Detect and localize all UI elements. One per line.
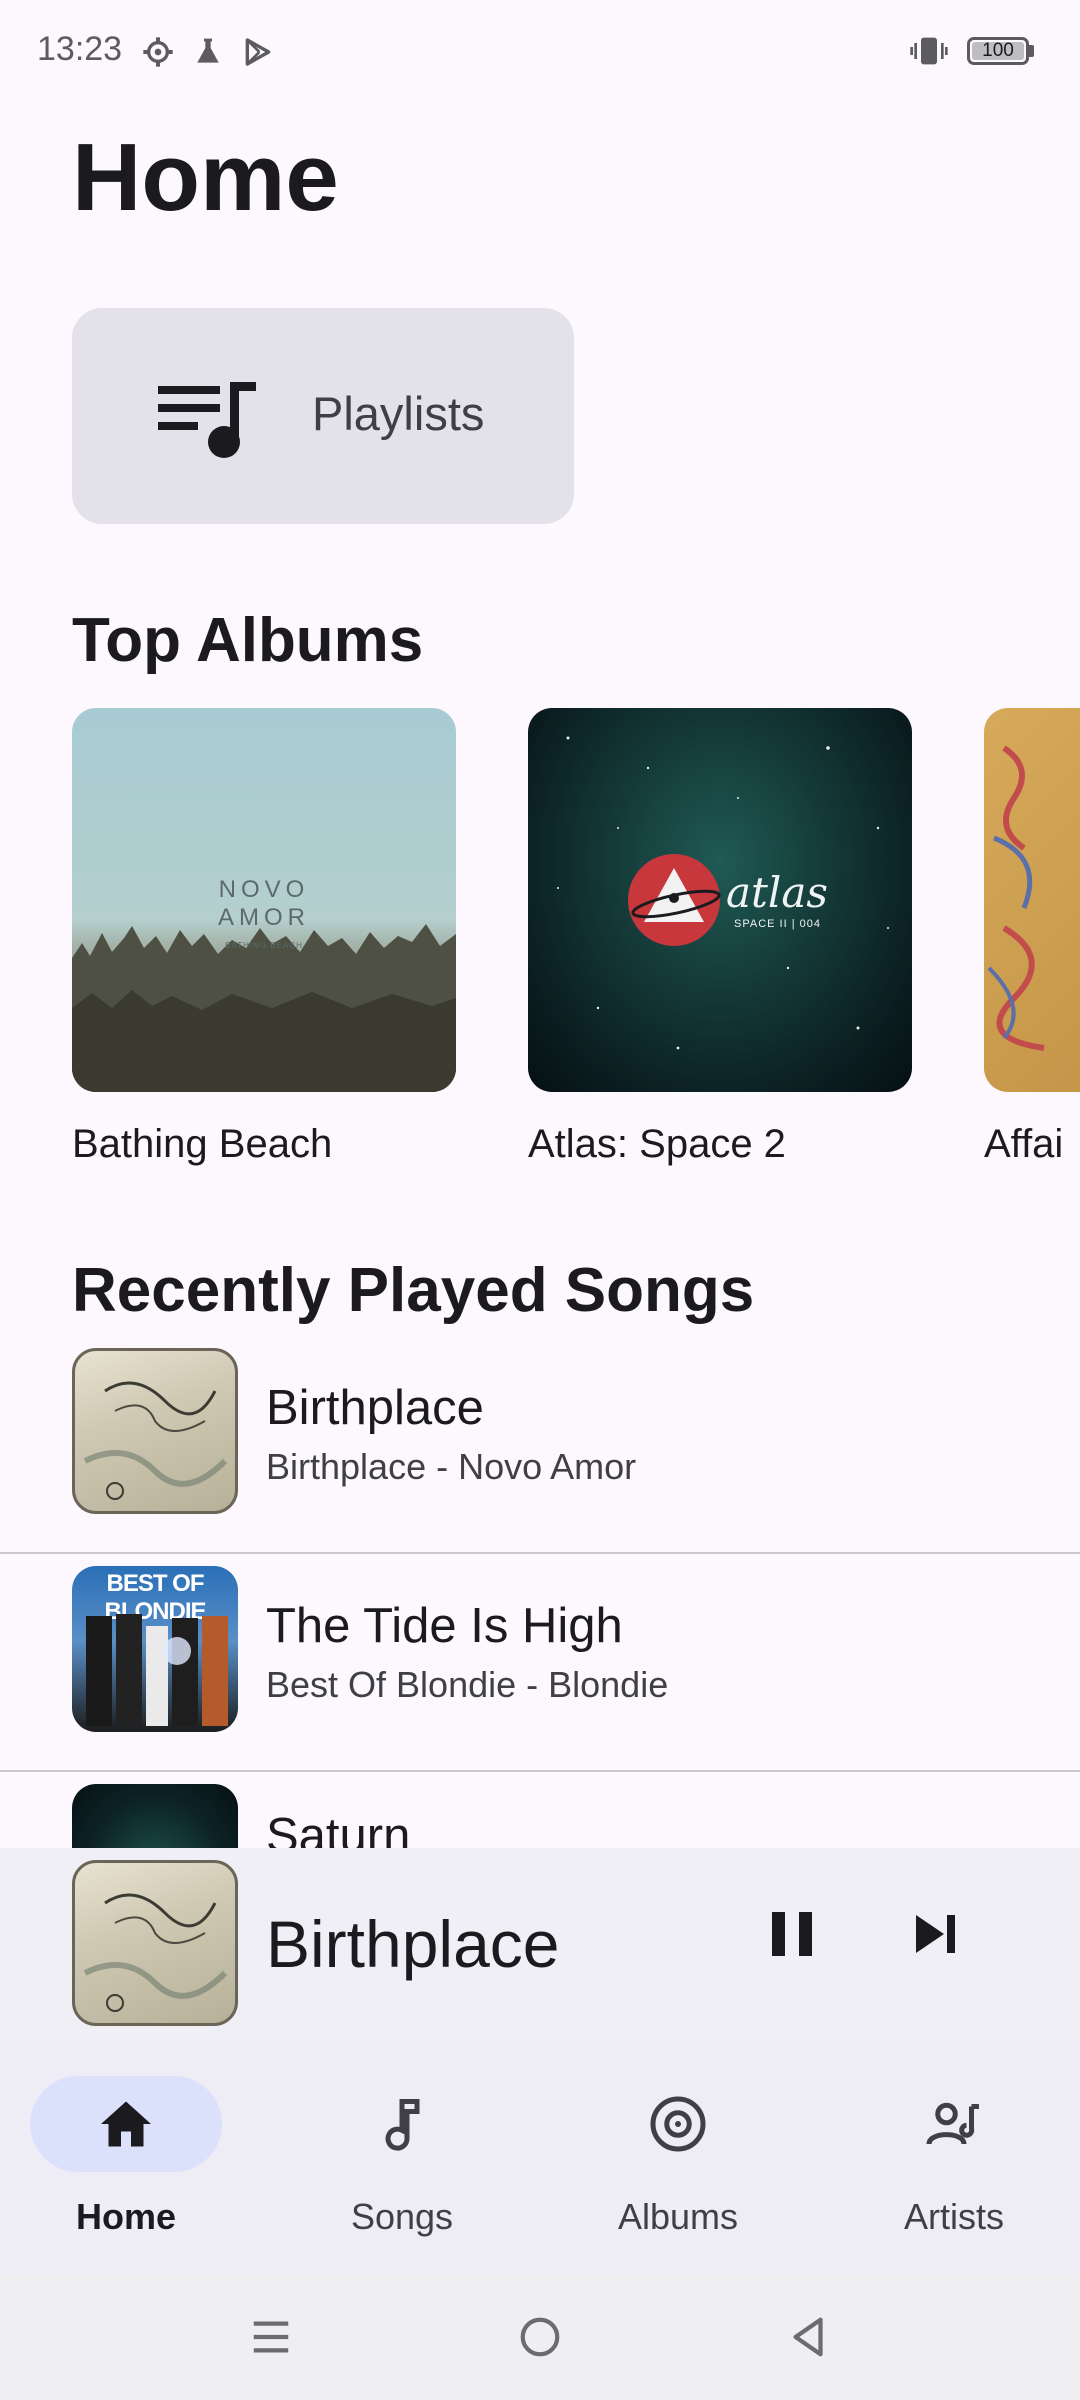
skip-next-button[interactable] (896, 1894, 976, 1974)
flask-icon (197, 38, 219, 63)
song-title: Saturn (266, 1809, 411, 1848)
play-store-icon (245, 38, 271, 66)
top-albums-carousel[interactable]: NOVO AMOR BATHING BEACH Bathing Beach at… (72, 708, 1080, 1178)
song-thumbnail (72, 1784, 238, 1848)
album-art: atlas SPACE II | 004 (528, 708, 912, 1092)
battery-icon: 100 (967, 37, 1034, 65)
nav-label: Songs (350, 2196, 454, 2237)
song-subtitle: Birthplace - Novo Amor (266, 1446, 637, 1487)
album-icon (650, 2096, 706, 2152)
album-label: Affai (984, 1122, 1064, 1166)
nav-label: Albums (617, 2196, 739, 2237)
playlists-button[interactable]: Playlists (72, 308, 574, 524)
pause-icon (772, 1912, 812, 1956)
now-playing-bar[interactable]: Birthplace (0, 1848, 1080, 2040)
album-card[interactable]: Affai (984, 708, 1080, 1166)
album-label: Atlas: Space 2 (528, 1122, 786, 1166)
album-card[interactable]: NOVO AMOR BATHING BEACH Bathing Beach (72, 708, 456, 1166)
album-label: Bathing Beach (72, 1122, 333, 1166)
music-note-icon (385, 2099, 420, 2151)
song-thumbnail: BEST OF BLONDIE (72, 1566, 238, 1732)
album-art: NOVO AMOR BATHING BEACH (72, 708, 456, 1092)
song-title: The Tide Is High (266, 1599, 623, 1653)
status-bar: 13:23 100 (0, 0, 1080, 108)
artist-icon (926, 2102, 979, 2145)
system-navigation-bar (0, 2274, 1080, 2400)
page-title: Home (72, 124, 339, 231)
nav-item-songs[interactable]: Songs (276, 2076, 516, 2246)
now-playing-title: Birthplace (266, 1907, 560, 1981)
nav-label: Artists (903, 2196, 1004, 2237)
song-title: Birthplace (266, 1381, 484, 1435)
skip-next-icon (916, 1915, 955, 1953)
now-playing-thumbnail (72, 1860, 238, 2026)
song-row[interactable]: BEST OF BLONDIE The Tide Is High Best Of… (0, 1554, 1080, 1772)
top-albums-title: Top Albums (72, 606, 424, 675)
status-time: 13:23 (37, 30, 123, 68)
settings-icon (143, 37, 173, 67)
album-card[interactable]: atlas SPACE II | 004 Atlas: Space 2 (528, 708, 912, 1166)
home-button-icon[interactable] (517, 2314, 563, 2360)
song-row[interactable]: Birthplace Birthplace - Novo Amor (0, 1336, 1080, 1554)
nav-item-albums[interactable]: Albums (552, 2076, 792, 2246)
nav-item-artists[interactable]: Artists (828, 2076, 1068, 2246)
song-subtitle: Best Of Blondie - Blondie (266, 1664, 669, 1705)
song-row[interactable]: Saturn (0, 1772, 1080, 1848)
bottom-navigation: Home Songs Albums Artists (0, 2040, 1080, 2274)
vibrate-icon (910, 37, 948, 65)
recently-played-list[interactable]: Birthplace Birthplace - Novo Amor BEST O… (0, 1336, 1080, 1848)
home-icon (101, 2101, 151, 2147)
recent-apps-icon[interactable] (248, 2314, 294, 2360)
pause-button[interactable] (752, 1894, 832, 1974)
song-thumbnail (72, 1348, 238, 1514)
nav-item-home[interactable]: Home (0, 2076, 240, 2246)
nav-label: Home (75, 2196, 177, 2237)
album-art (984, 708, 1080, 1092)
playlist-icon (158, 382, 256, 458)
playlists-label: Playlists (312, 387, 485, 440)
back-icon[interactable] (786, 2314, 832, 2360)
recently-played-title: Recently Played Songs (72, 1256, 755, 1325)
